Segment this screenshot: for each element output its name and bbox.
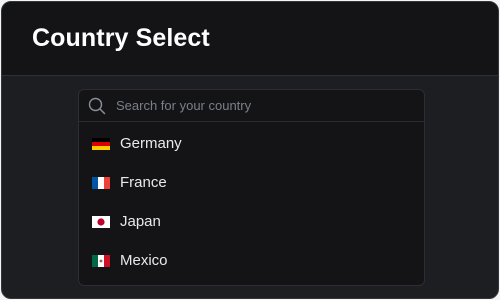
search-icon [88, 97, 106, 114]
flag-mx-icon [92, 254, 110, 267]
app-window: Country Select Germany [1, 1, 499, 299]
country-list: Germany France Japan Mexico [79, 124, 424, 280]
list-item-japan[interactable]: Japan [79, 202, 424, 241]
flag-de-icon [92, 137, 110, 150]
country-select-dropdown: Germany France Japan [78, 89, 425, 286]
page-title: Country Select [32, 24, 210, 52]
list-item-mexico[interactable]: Mexico [79, 241, 424, 280]
list-item-france[interactable]: France [79, 163, 424, 202]
search-input[interactable] [116, 90, 424, 121]
flag-jp-icon [92, 215, 110, 228]
search-bar [79, 90, 424, 122]
list-item-germany[interactable]: Germany [79, 124, 424, 163]
country-label: France [120, 174, 167, 191]
country-label: Germany [120, 135, 182, 152]
country-label: Japan [120, 213, 161, 230]
flag-fr-icon [92, 176, 110, 189]
country-label: Mexico [120, 252, 168, 269]
page-header: Country Select [2, 2, 498, 76]
